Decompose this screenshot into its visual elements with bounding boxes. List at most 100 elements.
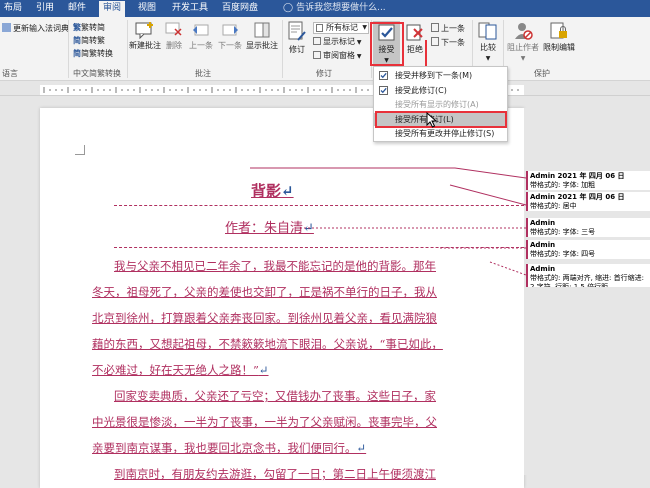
group-separator [68, 20, 69, 78]
next-comment-button[interactable]: 下一条 [216, 21, 244, 51]
simp-to-trad-button[interactable]: 简简转繁 [73, 36, 105, 46]
document-line: 不必难过，好在天无绝人之路！”↵ [92, 363, 269, 377]
paragraph-mark: ↵ [303, 221, 314, 236]
revision-balloon[interactable]: Admin 2021 年 四月 06 日带格式的: 字体: 加粗 [526, 171, 650, 190]
group-label-tracking: 修订 [316, 69, 332, 78]
accept-menu-item-4[interactable]: 接受所有更改并停止修订(S) [374, 127, 507, 140]
document-page[interactable]: 背影↵ 作者：朱自清↵ 我与父亲不相见已二年余了，我最不能忘记的是他的背影。那年… [40, 108, 524, 488]
previous-change-icon [431, 23, 439, 32]
revision-balloon[interactable]: Admin 带格式的: 两端对齐, 缩进: 首行缩进: 2 字符, 行距: 1.5… [526, 264, 650, 287]
horizontal-ruler[interactable] [0, 82, 650, 96]
document-line: 亲要到南京谋事，我也要回北京念书，我们便同行。↵ [92, 441, 367, 455]
balloon-header: Admin 2021 年 四月 06 日 [530, 193, 625, 201]
balloon-body: 带格式的: 两端对齐, 缩进: 首行缩进: 2 字符, 行距: 1.5 倍行距 [530, 274, 644, 287]
document-line: 北京到徐州，打算跟着父亲奔丧回家。到徐州见着父亲，看见满院狼 [92, 311, 437, 325]
chevron-down-icon: ▼ [520, 55, 526, 62]
new-comment-icon [135, 22, 153, 39]
revision-balloon[interactable]: Admin 2021 年 四月 06 日带格式的: 居中 [526, 192, 650, 211]
chevron-down-icon: ▼ [355, 39, 362, 46]
reject-icon [406, 24, 423, 41]
update-dictionary-button[interactable]: 更新输入法词典 [2, 23, 69, 34]
document-line: 到南京时，有朋友约去游逛，勾留了一日；第二日上午便须渡江 [114, 467, 436, 481]
chevron-down-icon: ▼ [485, 55, 491, 62]
tab-6[interactable]: 百度网盘 [222, 2, 258, 15]
previous-comment-button[interactable]: 上一条 [187, 21, 215, 51]
new-comment-button[interactable]: 新建批注 [129, 21, 161, 51]
document-title: 背影↵ [251, 182, 294, 200]
trad-to-simp-button[interactable]: 繁繁转简 [73, 23, 105, 33]
balloon-header: Admin [530, 219, 556, 227]
markup-display-select[interactable]: 所有标记 ▼ [313, 22, 369, 34]
review-pane-icon [313, 51, 321, 59]
markup-icon [316, 24, 323, 32]
highlight-box-accept-all [375, 111, 507, 128]
show-markup-icon [313, 37, 321, 45]
trad-char-icon: 繁 [73, 23, 81, 32]
next-change-button[interactable]: 下一条 [431, 37, 465, 48]
compare-icon [478, 22, 497, 40]
document-line: 藉的东西，又想起祖母，不禁簌簌地流下眼泪。父亲说，“事已如此， [92, 337, 443, 351]
revision-balloon[interactable]: Admin 带格式的: 字体: 四号 [526, 240, 650, 259]
accept-menu-item-1[interactable]: 接受此修订(C) [374, 84, 507, 97]
balloon-body: 带格式的: 字体: 加粗 [530, 181, 596, 189]
tab-4[interactable]: 视图 [138, 2, 156, 15]
tab-2[interactable]: 邮件 [68, 2, 86, 15]
show-markup-button[interactable]: 显示标记 ▼ [313, 37, 362, 48]
block-authors-icon [515, 23, 533, 40]
convert-icon: 简 [73, 49, 81, 58]
tell-me-search[interactable]: ◯ 告诉我您想要做什么... [283, 2, 386, 15]
delete-comment-button[interactable]: 删除 [163, 21, 185, 51]
document-line: 中光景很是惨淡，一半为了丧事，一半为了父亲赋闲。丧事完毕，父 [92, 415, 437, 429]
next-change-icon [431, 37, 439, 46]
markup-balloon-pane [524, 108, 650, 475]
document-line: 回家变卖典质，父亲还了亏空；又借钱办了丧事。这些日子，家 [114, 389, 436, 403]
restrict-editing-icon [550, 22, 567, 39]
simp-char-icon: 简 [73, 36, 81, 45]
balloon-body: 带格式的: 居中 [530, 202, 577, 210]
tab-0[interactable]: 布局 [4, 2, 22, 15]
balloon-header: Admin [530, 265, 556, 273]
balloon-body: 带格式的: 字体: 四号 [530, 250, 596, 258]
delete-comment-icon [165, 22, 182, 36]
ruler-ticks [40, 85, 524, 95]
group-label-protect: 保护 [534, 69, 550, 78]
paragraph-mark: ↵ [258, 363, 269, 377]
reject-button[interactable]: 拒绝 [403, 21, 427, 55]
show-comments-button[interactable]: 显示批注 [245, 21, 279, 51]
ribbon: 更新输入法词典 语言 繁繁转简 简简转繁 简简繁转换 中文简繁转换 新建批注 删… [0, 17, 650, 81]
crop-mark [75, 145, 85, 155]
trad-simp-convert-button[interactable]: 简简繁转换 [73, 49, 113, 59]
review-pane-button[interactable]: 审阅窗格 ▼ [313, 51, 362, 62]
tab-5[interactable]: 开发工具 [172, 2, 208, 15]
mouse-cursor-icon [426, 112, 438, 128]
group-label-comments: 批注 [195, 69, 211, 78]
revision-dash-line [114, 205, 524, 206]
accept-menu-item-0[interactable]: 接受并移到下一条(M) [374, 69, 507, 82]
revision-dash-line [114, 247, 524, 248]
document-line: 冬天，祖母死了，父亲的差使也交卸了，正是祸不单行的日子，我从 [92, 285, 437, 299]
chevron-down-icon: ▼ [355, 53, 362, 60]
document-line: 我与父亲不相见已二年余了，我最不能忘记的是他的背影。那年 [114, 259, 436, 273]
group-label-chinese-conversion: 中文简繁转换 [73, 69, 121, 78]
paragraph-mark: ↵ [281, 182, 294, 200]
tab-1[interactable]: 引用 [36, 2, 54, 15]
balloon-header: Admin 2021 年 四月 06 日 [530, 172, 625, 180]
accept-menu-item-2[interactable]: 接受所有显示的修订(A) [374, 98, 507, 111]
group-separator [282, 20, 283, 78]
restrict-editing-button[interactable]: 限制编辑 [541, 21, 577, 53]
dictionary-icon [2, 23, 11, 32]
track-changes-icon [288, 21, 306, 41]
track-changes-button[interactable]: 修订 [284, 21, 310, 55]
previous-change-button[interactable]: 上一条 [431, 23, 465, 34]
accept-check-icon [379, 85, 388, 99]
revision-balloon[interactable]: Admin 带格式的: 字体: 三号 [526, 218, 650, 237]
accept-check-icon [379, 71, 388, 84]
compare-button[interactable]: 比较 ▼ [475, 21, 501, 64]
previous-comment-icon [193, 24, 209, 36]
balloon-header: Admin [530, 241, 556, 249]
ribbon-tab-bar: 布局 引用 邮件 审阅 视图 开发工具 百度网盘 ◯ 告诉我您想要做什么... [0, 0, 650, 17]
tab-3[interactable]: 审阅 [99, 1, 126, 17]
show-comments-icon [254, 22, 270, 38]
balloon-body: 带格式的: 字体: 三号 [530, 228, 596, 236]
block-authors-button[interactable]: 阻止作者 ▼ [506, 21, 540, 64]
